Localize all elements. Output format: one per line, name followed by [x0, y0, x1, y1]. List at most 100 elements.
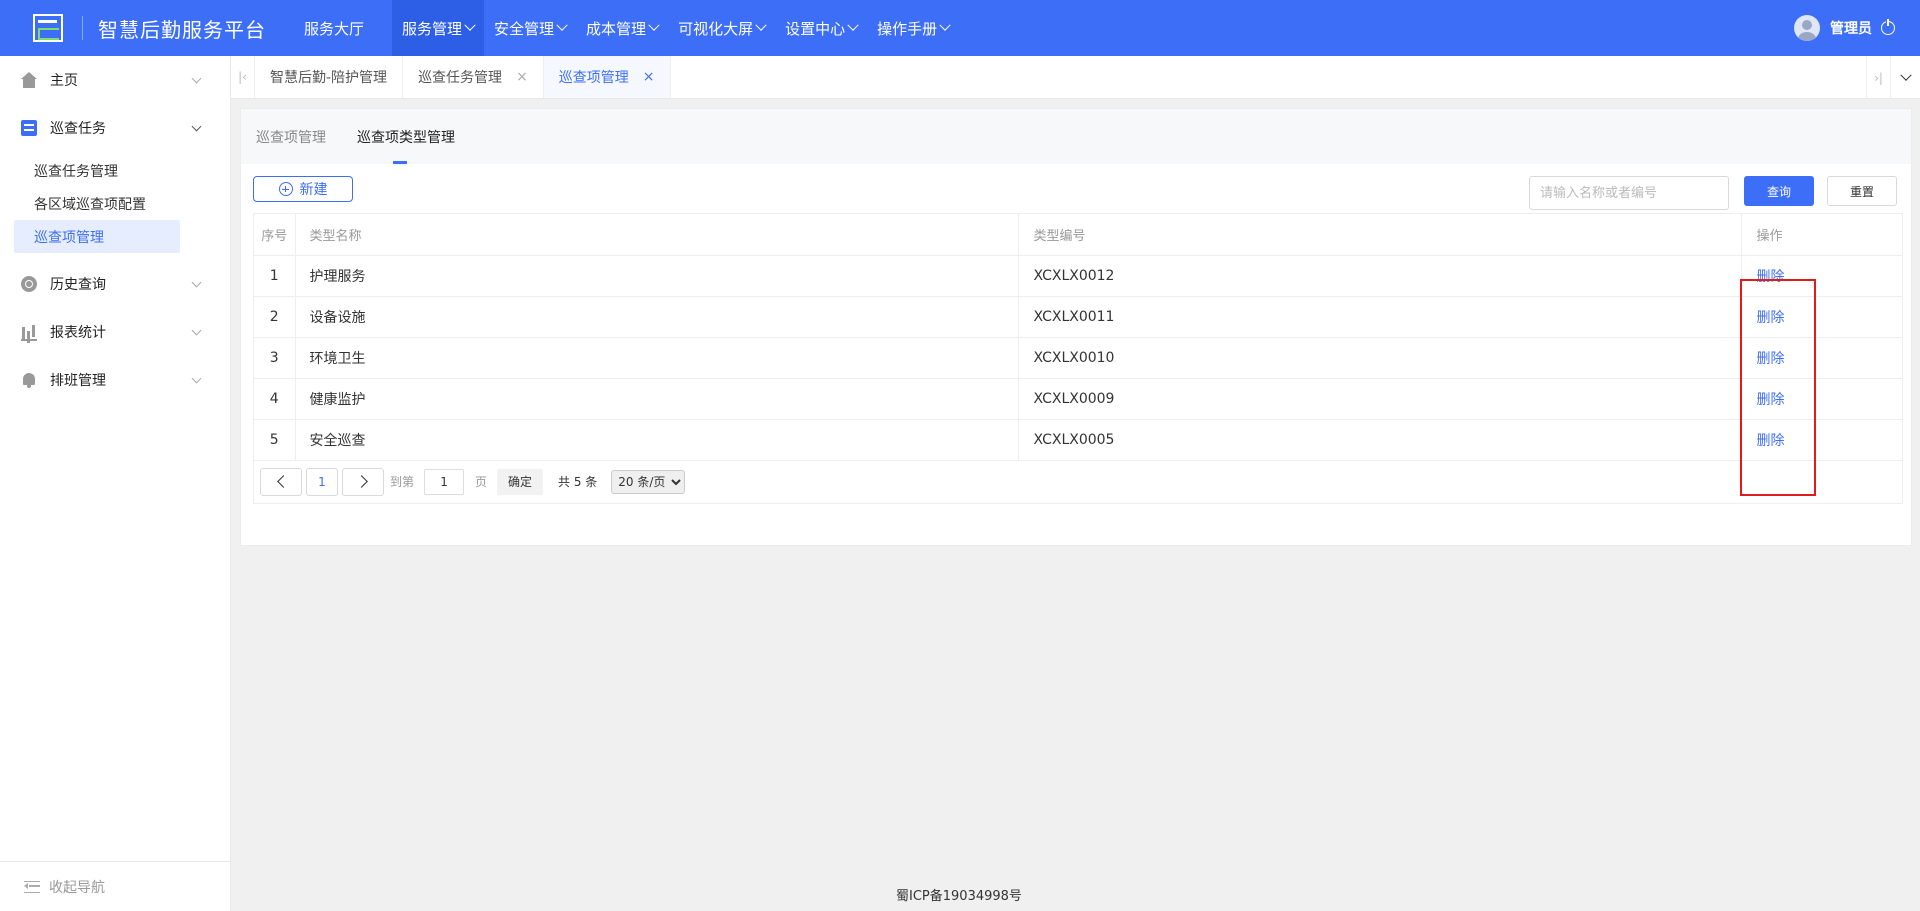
delete-link[interactable]: 删除	[1757, 269, 1785, 285]
tab-task-management[interactable]: 巡查任务管理 ×	[403, 56, 544, 98]
chevron-down-icon	[191, 277, 202, 288]
sidebar-item-label: 历史查询	[50, 277, 106, 293]
nav-safety-management[interactable]: 安全管理	[484, 0, 576, 56]
tab-item-management[interactable]: 巡查项管理 ×	[543, 56, 671, 98]
sidebar: 主页 巡查任务 巡查任务管理 各区域巡查项配置 巡查项管理 历史查询 报表统计 …	[0, 56, 231, 911]
delete-link[interactable]: 删除	[1757, 392, 1785, 408]
sidebar-item-history[interactable]: 历史查询	[0, 260, 230, 308]
app-title: 智慧后勤服务平台	[98, 17, 266, 42]
new-button[interactable]: 新建	[253, 176, 353, 202]
sidebar-item-label: 排班管理	[50, 373, 106, 389]
header-type-name: 类型名称	[295, 214, 1019, 256]
sidebar-item-schedule[interactable]: 排班管理	[0, 356, 230, 404]
nav-label: 服务大厅	[304, 19, 365, 38]
page-size-select[interactable]: 20 条/页	[611, 469, 686, 494]
sidebar-item-patrol-task[interactable]: 巡查任务	[0, 104, 230, 152]
cell-actions: 删除	[1741, 419, 1902, 461]
tab-escort-management[interactable]: 智慧后勤-陪护管理	[255, 56, 404, 98]
goto-label: 到第	[390, 475, 415, 489]
nav-service-hall[interactable]: 服务大厅	[292, 0, 374, 56]
chevron-down-icon	[191, 373, 202, 384]
bar-chart-icon	[21, 324, 37, 341]
user-name: 管理员	[1830, 21, 1872, 37]
chevron-down-icon	[191, 121, 202, 132]
table-row: 4 健康监护 XCXLX0009 删除	[254, 378, 1902, 420]
power-icon[interactable]	[1881, 18, 1895, 35]
total-count: 共 5 条	[558, 475, 598, 489]
chevron-down-icon	[648, 19, 660, 31]
nav-cost-management[interactable]: 成本管理	[576, 0, 668, 56]
cell-index: 4	[254, 378, 296, 420]
chevron-down-icon	[755, 19, 767, 31]
reset-button[interactable]: 重置	[1827, 176, 1897, 206]
nav-manual[interactable]: 操作手册	[867, 0, 959, 56]
tab-scroll-left-icon[interactable]: |‹	[231, 56, 255, 98]
nav-settings[interactable]: 设置中心	[775, 0, 867, 56]
user-menu[interactable]: 管理员	[1794, 0, 1895, 56]
delete-link[interactable]: 删除	[1757, 351, 1785, 367]
cell-actions: 删除	[1741, 337, 1902, 379]
top-bar: 智慧后勤服务平台 服务大厅 服务管理 安全管理 成本管理 可视化大屏 设置中心 …	[0, 0, 1920, 56]
close-icon[interactable]: ×	[516, 69, 528, 85]
page-number-button[interactable]: 1	[306, 467, 338, 496]
sidebar-item-home[interactable]: 主页	[0, 56, 230, 104]
footer-icp: 蜀ICP备19034998号	[896, 889, 1022, 904]
cell-type-code: XCXLX0012	[1018, 255, 1742, 297]
chevron-right-icon	[354, 475, 368, 488]
table-row: 5 安全巡查 XCXLX0005 删除	[254, 419, 1902, 461]
collapse-label: 收起导航	[49, 879, 105, 896]
tab-menu-button[interactable]	[1890, 56, 1920, 99]
cell-actions: 删除	[1741, 296, 1902, 338]
cell-type-code: XCXLX0005	[1018, 419, 1742, 461]
nav-label: 服务管理	[402, 19, 463, 38]
query-button[interactable]: 查询	[1744, 176, 1814, 206]
close-icon[interactable]: ×	[643, 69, 655, 85]
chevron-down-icon	[464, 19, 476, 31]
home-icon	[21, 72, 37, 88]
delete-link[interactable]: 删除	[1757, 433, 1785, 449]
sidebar-subitem-item-management[interactable]: 巡查项管理	[14, 220, 180, 253]
subtab-item-type-management[interactable]: 巡查项类型管理	[357, 109, 455, 164]
task-icon	[21, 120, 37, 136]
chevron-down-icon	[847, 19, 859, 31]
prev-page-button[interactable]	[260, 467, 302, 496]
bell-icon	[21, 372, 37, 388]
new-button-label: 新建	[299, 182, 328, 198]
content-panel: 巡查项管理 巡查项类型管理 新建 查询 重置 序号 类型名称 类型编号 操作 1	[240, 108, 1912, 546]
goto-page-input[interactable]	[424, 468, 465, 495]
table-row: 2 设备设施 XCXLX0011 删除	[254, 296, 1902, 338]
delete-link[interactable]: 删除	[1757, 310, 1785, 326]
cell-type-name: 环境卫生	[295, 337, 1019, 379]
chevron-down-icon	[191, 325, 202, 336]
nav-label: 成本管理	[586, 19, 647, 38]
sidebar-subitem-area-config[interactable]: 各区域巡查项配置	[0, 187, 230, 220]
sidebar-item-reports[interactable]: 报表统计	[0, 308, 230, 356]
header-actions: 操作	[1741, 214, 1902, 256]
cell-actions: 删除	[1741, 255, 1902, 297]
cell-type-code: XCXLX0010	[1018, 337, 1742, 379]
cell-type-name: 安全巡查	[295, 419, 1019, 461]
nav-service-management[interactable]: 服务管理	[392, 0, 485, 56]
collapse-icon	[24, 880, 40, 893]
next-page-button[interactable]	[342, 467, 384, 496]
tab-label: 智慧后勤-陪护管理	[270, 70, 388, 86]
cell-index: 1	[254, 255, 296, 297]
table-row: 1 护理服务 XCXLX0012 删除	[254, 255, 1902, 297]
tab-label: 巡查任务管理	[418, 70, 503, 86]
sidebar-item-label: 报表统计	[50, 325, 106, 341]
nav-label: 可视化大屏	[678, 19, 754, 38]
goto-confirm-button[interactable]: 确定	[497, 468, 544, 495]
header-type-code: 类型编号	[1018, 214, 1742, 256]
sidebar-subitem-task-management[interactable]: 巡查任务管理	[0, 154, 230, 187]
plus-circle-icon	[278, 182, 293, 196]
page-label: 页	[475, 475, 488, 489]
nav-dashboard[interactable]: 可视化大屏	[668, 0, 775, 56]
header-index: 序号	[254, 214, 296, 256]
search-input[interactable]	[1529, 176, 1729, 210]
collapse-nav-button[interactable]: 收起导航	[0, 861, 230, 911]
subtab-item-management[interactable]: 巡查项管理	[256, 109, 326, 164]
search-history-icon	[21, 276, 37, 292]
tab-scroll-right-icon[interactable]: ›|	[1866, 56, 1890, 99]
sub-tabs: 巡查项管理 巡查项类型管理	[241, 109, 1911, 164]
tab-label: 巡查项管理	[558, 70, 629, 86]
